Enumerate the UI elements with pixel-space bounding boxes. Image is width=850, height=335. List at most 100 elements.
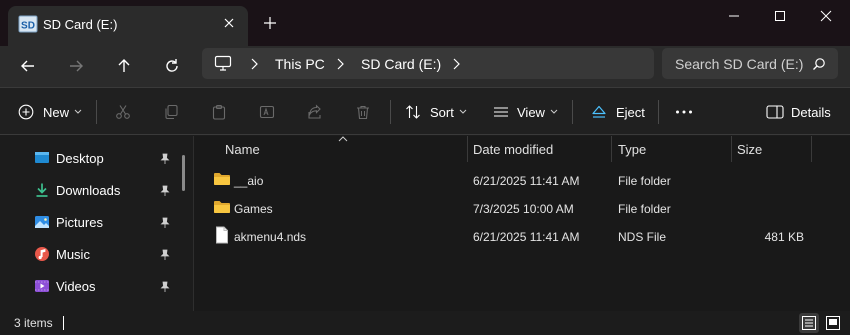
divider: [572, 100, 573, 124]
videos-icon: [35, 280, 49, 292]
search-box[interactable]: Search SD Card (E:): [662, 48, 838, 79]
file-row[interactable]: akmenu4.nds 6/21/2025 11:41 AM NDS File …: [194, 222, 850, 250]
folder-icon: [214, 173, 230, 185]
share-icon[interactable]: [307, 104, 323, 120]
sort-label: Sort: [430, 104, 454, 120]
file-type: NDS File: [618, 230, 667, 244]
navigation-pane: Desktop Downloads Pictures Music Videos: [0, 136, 192, 311]
sidebar-item-label: Pictures: [56, 214, 103, 230]
tab-title: SD Card (E:): [43, 17, 118, 32]
maximize-icon[interactable]: [772, 8, 788, 24]
sidebar-item-pictures[interactable]: Pictures: [34, 212, 103, 232]
cut-icon[interactable]: [115, 104, 131, 120]
sidebar-item-desktop[interactable]: Desktop: [34, 148, 104, 168]
file-row[interactable]: __aio 6/21/2025 11:41 AM File folder: [194, 166, 850, 194]
large-icons-view-icon: [826, 316, 840, 330]
column-divider[interactable]: [467, 136, 468, 162]
details-pane-icon: [766, 105, 784, 119]
sort-ascending-icon: [338, 136, 348, 142]
tab-sd-card[interactable]: SD SD Card (E:): [8, 6, 248, 46]
new-tab-icon[interactable]: [262, 15, 278, 31]
pin-icon[interactable]: [159, 153, 171, 165]
new-button[interactable]: New: [18, 100, 82, 124]
file-type: File folder: [618, 174, 671, 188]
sidebar-item-downloads[interactable]: Downloads: [34, 180, 120, 200]
column-divider[interactable]: [731, 136, 732, 162]
refresh-icon[interactable]: [162, 56, 182, 76]
eject-button[interactable]: Eject: [591, 100, 645, 124]
chevron-down-icon: [459, 109, 467, 114]
folder-icon: [214, 201, 230, 213]
view-button[interactable]: View: [493, 100, 558, 124]
pin-icon[interactable]: [159, 281, 171, 293]
file-size: 481 KB: [764, 230, 804, 244]
pin-icon[interactable]: [159, 217, 171, 229]
nav-pane-scrollbar[interactable]: [182, 155, 185, 191]
breadcrumb-sd-card[interactable]: SD Card (E:): [361, 56, 441, 72]
chevron-down-icon: [74, 109, 82, 114]
column-header-date-modified[interactable]: Date modified: [473, 142, 553, 157]
details-button[interactable]: Details: [766, 100, 831, 124]
chevron-right-icon[interactable]: [452, 58, 460, 70]
sidebar-item-videos[interactable]: Videos: [34, 276, 96, 296]
file-name: akmenu4.nds: [234, 230, 307, 244]
search-input[interactable]: Search SD Card (E:): [675, 56, 803, 72]
chevron-right-icon[interactable]: [250, 58, 258, 70]
large-icons-view-button[interactable]: [823, 313, 843, 333]
file-date-modified: 6/21/2025 11:41 AM: [473, 174, 580, 188]
search-icon[interactable]: [812, 57, 826, 71]
column-header-name[interactable]: Name: [225, 142, 260, 157]
music-icon: [35, 247, 49, 261]
view-label: View: [517, 104, 545, 120]
file-icon: [216, 226, 228, 244]
more-icon: [676, 110, 692, 114]
paste-icon[interactable]: [211, 104, 227, 120]
title-bar: SD SD Card (E:): [0, 0, 850, 46]
column-header-size[interactable]: Size: [737, 142, 762, 157]
back-arrow-icon[interactable]: [18, 56, 38, 76]
divider: [390, 100, 391, 124]
breadcrumb-this-pc[interactable]: This PC: [275, 56, 325, 72]
divider: [96, 100, 97, 124]
status-divider: [63, 316, 64, 330]
plus-circle-icon: [18, 104, 34, 120]
eject-icon: [592, 105, 606, 118]
file-date-modified: 6/21/2025 11:41 AM: [473, 230, 580, 244]
copy-icon[interactable]: [163, 104, 179, 120]
column-divider[interactable]: [611, 136, 612, 162]
address-bar[interactable]: This PC SD Card (E:): [202, 48, 654, 79]
close-window-icon[interactable]: [818, 8, 834, 24]
details-view-icon: [802, 316, 816, 330]
forward-arrow-icon[interactable]: [66, 56, 86, 76]
chevron-down-icon: [550, 109, 558, 114]
column-header-type[interactable]: Type: [618, 142, 646, 157]
pin-icon[interactable]: [159, 249, 171, 261]
details-view-button[interactable]: [799, 313, 819, 333]
delete-icon[interactable]: [355, 104, 371, 120]
command-bar: New Sort View Eject Details: [0, 87, 850, 135]
sidebar-item-label: Music: [56, 246, 90, 262]
sidebar-item-label: Desktop: [56, 150, 104, 166]
up-arrow-icon[interactable]: [114, 56, 134, 76]
file-date-modified: 7/3/2025 10:00 AM: [473, 202, 574, 216]
rename-icon[interactable]: [259, 104, 275, 120]
sort-button[interactable]: Sort: [405, 100, 467, 124]
sd-card-icon: SD: [18, 15, 38, 33]
pin-icon[interactable]: [159, 185, 171, 197]
chevron-right-icon[interactable]: [336, 58, 344, 70]
item-count: 3 items: [14, 316, 53, 330]
column-divider[interactable]: [811, 136, 812, 162]
more-options-button[interactable]: [675, 100, 693, 124]
desktop-icon: [35, 152, 49, 163]
computer-icon: [214, 55, 232, 71]
close-tab-icon[interactable]: [221, 15, 237, 31]
pictures-icon: [35, 216, 49, 228]
minimize-icon[interactable]: [726, 8, 742, 24]
navigation-bar: This PC SD Card (E:) Search SD Card (E:): [0, 46, 850, 87]
eject-label: Eject: [616, 104, 645, 120]
file-row[interactable]: Games 7/3/2025 10:00 AM File folder: [194, 194, 850, 222]
file-name: __aio: [234, 174, 264, 188]
sidebar-item-music[interactable]: Music: [34, 244, 90, 264]
view-lines-icon: [494, 107, 508, 117]
sort-icon: [406, 105, 420, 119]
